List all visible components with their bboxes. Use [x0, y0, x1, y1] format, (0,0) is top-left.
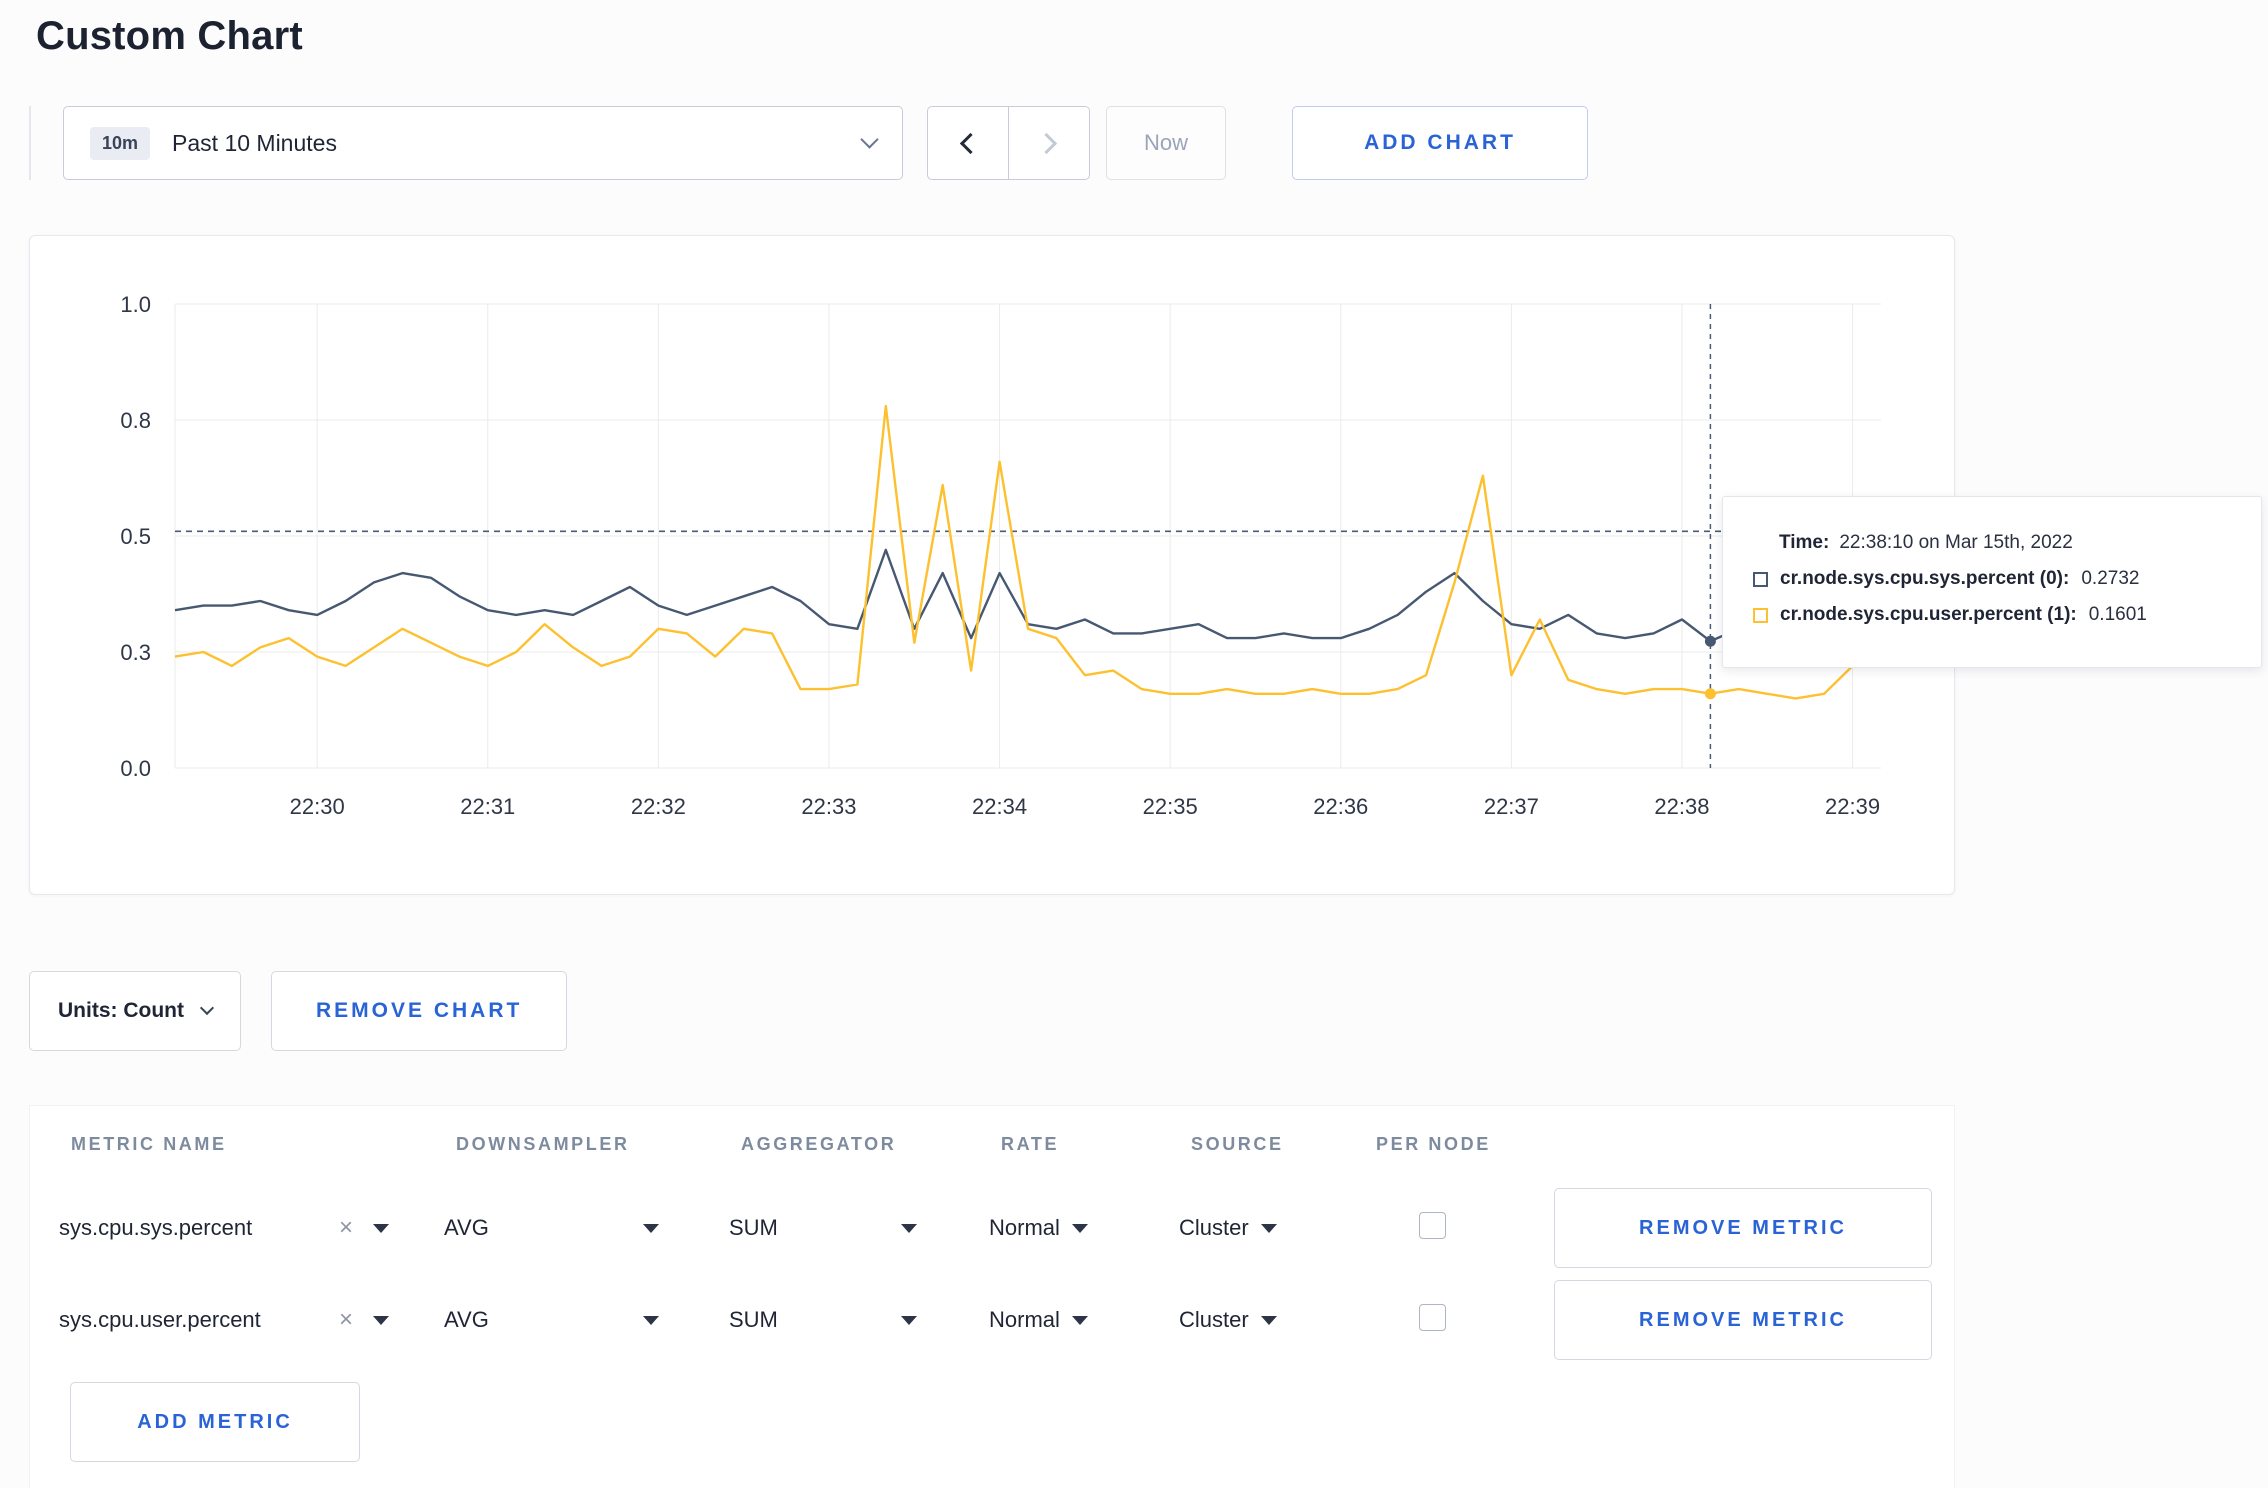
caret-down-icon: [901, 1315, 917, 1325]
x-axis-tick-label: 22:37: [1484, 794, 1539, 819]
caret-down-icon: [643, 1223, 659, 1233]
metric-name-value: sys.cpu.sys.percent: [59, 1215, 253, 1240]
x-axis-tick-label: 22:34: [972, 794, 1027, 819]
remove-chart-button[interactable]: REMOVE CHART: [270, 971, 568, 1051]
time-prev-button[interactable]: [927, 106, 1009, 180]
tooltip-series-row: cr.node.sys.cpu.sys.percent (0): 0.2732: [1753, 561, 2231, 597]
chart-tooltip: Time: 22:38:10 on Mar 15th, 2022 cr.node.…: [1722, 496, 2262, 668]
add-metric-button[interactable]: ADD METRIC: [70, 1382, 360, 1462]
per-node-checkbox[interactable]: [1419, 1212, 1446, 1239]
col-header-source: SOURCE: [1191, 1133, 1284, 1154]
y-axis-tick-label: 1.0: [120, 292, 151, 317]
remove-metric-button[interactable]: REMOVE METRIC: [1554, 1188, 1932, 1268]
remove-metric-button[interactable]: REMOVE METRIC: [1554, 1280, 1932, 1360]
x-axis-tick-label: 22:32: [631, 794, 686, 819]
aggregator-select[interactable]: SUM: [729, 1215, 917, 1241]
page-title: Custom Chart: [36, 14, 303, 58]
x-axis-tick-label: 22:33: [801, 794, 856, 819]
tooltip-series-value: 0.1601: [2088, 604, 2147, 625]
aggregator-value: SUM: [729, 1215, 778, 1240]
x-axis-tick-label: 22:36: [1313, 794, 1368, 819]
per-node-checkbox[interactable]: [1419, 1304, 1446, 1331]
metrics-table: METRIC NAME DOWNSAMPLER AGGREGATOR RATE …: [29, 1105, 1955, 1488]
rate-select[interactable]: Normal: [989, 1307, 1179, 1333]
chart-canvas[interactable]: 0.0 0.3 0.5 0.8 1.0 22:30 22:31 22:32 22:33 22:34…: [30, 236, 1954, 894]
caret-down-icon: [901, 1223, 917, 1233]
col-header-downsampler: DOWNSAMPLER: [456, 1133, 630, 1154]
time-range-dropdown[interactable]: 10m Past 10 Minutes: [63, 106, 903, 180]
col-header-per-node: PER NODE: [1376, 1133, 1491, 1154]
series-user-swatch-icon: [1753, 607, 1768, 623]
time-next-button[interactable]: [1008, 106, 1090, 180]
tooltip-time-label: Time:: [1779, 532, 1830, 553]
downsampler-value: AVG: [444, 1307, 489, 1332]
tooltip-series-name: cr.node.sys.cpu.sys.percent (0):: [1780, 568, 2070, 589]
hover-point: [1704, 688, 1716, 700]
rate-value: Normal: [989, 1307, 1060, 1332]
custom-chart-page: Custom Chart 10m Past 10 Minutes Now ADD…: [0, 0, 2268, 1488]
tooltip-time-row: Time: 22:38:10 on Mar 15th, 2022: [1753, 525, 2231, 561]
downsampler-select[interactable]: AVG: [444, 1215, 659, 1241]
add-chart-button[interactable]: ADD CHART: [1292, 106, 1588, 180]
metric-name-value: sys.cpu.user.percent: [59, 1307, 261, 1332]
units-label: Units: Count: [58, 999, 184, 1022]
col-header-metric-name: METRIC NAME: [71, 1133, 227, 1154]
x-axis-tick-label: 22:38: [1654, 794, 1709, 819]
caret-down-icon: [1260, 1315, 1277, 1325]
table-row: sys.cpu.sys.percent × AVG SUM Normal Clu…: [30, 1182, 1954, 1274]
y-axis-tick-label: 0.8: [120, 408, 151, 433]
source-select[interactable]: Cluster: [1179, 1307, 1364, 1333]
tooltip-series-value: 0.2732: [2081, 568, 2140, 589]
x-axis-tick-label: 22:31: [460, 794, 515, 819]
col-header-rate: RATE: [1001, 1133, 1060, 1154]
source-value: Cluster: [1179, 1307, 1249, 1332]
tooltip-series-row: cr.node.sys.cpu.user.percent (1): 0.1601: [1753, 597, 2231, 633]
clear-metric-icon[interactable]: ×: [339, 1308, 353, 1332]
caret-down-icon: [373, 1223, 389, 1233]
metric-name-select[interactable]: sys.cpu.user.percent ×: [59, 1307, 389, 1333]
x-axis-tick-label: 22:30: [290, 794, 345, 819]
now-button[interactable]: Now: [1106, 106, 1226, 180]
rate-select[interactable]: Normal: [989, 1215, 1179, 1241]
time-nav-group: [927, 106, 1090, 180]
x-axis-tick-label: 22:39: [1825, 794, 1880, 819]
caret-down-icon: [1260, 1223, 1277, 1233]
aggregator-value: SUM: [729, 1307, 778, 1332]
toolbar: 10m Past 10 Minutes Now ADD CHART: [29, 105, 2268, 181]
chevron-down-icon: [199, 1000, 215, 1016]
caret-down-icon: [1071, 1315, 1088, 1325]
downsampler-select[interactable]: AVG: [444, 1307, 659, 1333]
toolbar-divider: [29, 106, 31, 180]
source-value: Cluster: [1179, 1215, 1249, 1240]
source-select[interactable]: Cluster: [1179, 1215, 1364, 1241]
hover-point: [1704, 635, 1716, 647]
x-axis-tick-label: 22:35: [1143, 794, 1198, 819]
rate-value: Normal: [989, 1215, 1060, 1240]
clear-metric-icon[interactable]: ×: [339, 1216, 353, 1240]
time-range-badge: 10m: [90, 126, 151, 160]
tooltip-time-value: 22:38:10 on Mar 15th, 2022: [1839, 532, 2073, 553]
chart-card: 0.0 0.3 0.5 0.8 1.0 22:30 22:31 22:32 22:33 22:34…: [29, 235, 2262, 895]
series-line-1: [174, 404, 1882, 700]
series-sys-swatch-icon: [1753, 571, 1768, 587]
table-row: sys.cpu.user.percent × AVG SUM Normal Cl…: [30, 1274, 1954, 1366]
units-dropdown[interactable]: Units: Count: [29, 971, 241, 1051]
chevron-down-icon: [860, 130, 879, 149]
y-axis-tick-label: 0.5: [120, 524, 151, 549]
units-row: Units: Count REMOVE CHART: [29, 971, 2268, 1051]
tooltip-series-name: cr.node.sys.cpu.user.percent (1):: [1780, 604, 2077, 625]
downsampler-value: AVG: [444, 1215, 489, 1240]
metric-name-select[interactable]: sys.cpu.sys.percent ×: [59, 1215, 389, 1241]
y-axis-tick-label: 0.3: [120, 640, 151, 665]
chevron-left-icon: [959, 132, 982, 154]
time-range-label: Past 10 Minutes: [172, 129, 337, 156]
col-header-aggregator: AGGREGATOR: [741, 1133, 897, 1154]
aggregator-select[interactable]: SUM: [729, 1307, 917, 1333]
metrics-table-header: METRIC NAME DOWNSAMPLER AGGREGATOR RATE …: [30, 1106, 1954, 1182]
caret-down-icon: [1071, 1223, 1088, 1233]
caret-down-icon: [643, 1315, 659, 1325]
y-axis-tick-label: 0.0: [120, 756, 151, 781]
chevron-right-icon: [1035, 132, 1058, 154]
caret-down-icon: [373, 1315, 389, 1325]
